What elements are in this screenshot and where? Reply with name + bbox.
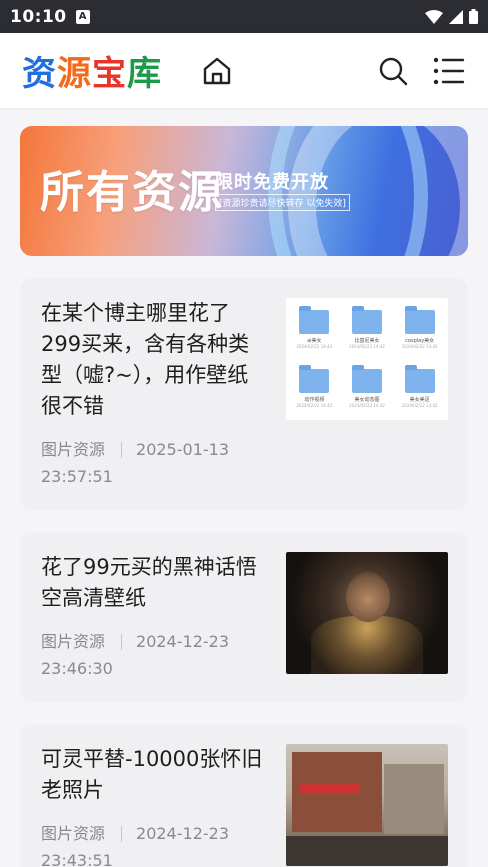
thumbnail-sign	[300, 784, 360, 794]
list-menu-icon	[433, 57, 465, 84]
folder-date: 2024/02/22 14:42	[349, 344, 385, 349]
banner-subtitle: 限时免费开放	[215, 172, 329, 193]
post-meta: 图片资源 2025-01-13 23:57:51	[41, 436, 268, 490]
folder-item: 美女动态图 2024/02/22 14:42	[343, 361, 392, 416]
home-button[interactable]	[200, 54, 234, 88]
status-time: 10:10	[10, 6, 67, 27]
folder-label: 美女动态图	[354, 397, 380, 403]
logo-char: 源	[57, 54, 92, 94]
logo-char: 宝	[92, 54, 127, 94]
folder-date: 2024/02/22 14:42	[296, 403, 333, 408]
post-title[interactable]: 花了99元买的黑神话悟空高清壁纸	[41, 552, 268, 614]
folder-item: 动作视频 2024/02/22 14:42	[290, 361, 339, 416]
content-area: 所有资源 限时免费开放 [资源珍贵请尽快转存 以免失效] 在某个博主哪里花了29…	[0, 108, 488, 867]
thumbnail-ground	[286, 836, 448, 866]
thumbnail-figure	[346, 572, 390, 622]
folder-icon	[404, 365, 435, 393]
folder-icon	[351, 306, 382, 334]
folder-item: 美女美足 2024/02/22 14:42	[395, 361, 444, 416]
post-text: 花了99元买的黑神话悟空高清壁纸 图片资源 2024-12-23 23:46:30	[41, 552, 286, 682]
post-date: 2024-12-23	[136, 824, 229, 843]
post-thumbnail[interactable]	[286, 552, 448, 674]
folder-icon	[299, 365, 330, 393]
folder-label: ai美女	[307, 338, 322, 344]
status-bar: 10:10 A	[0, 0, 488, 33]
folder-icon	[404, 306, 435, 334]
folder-icon	[299, 306, 330, 334]
search-icon	[379, 57, 408, 85]
folder-date: 2024/02/22 14:42	[349, 403, 385, 408]
folder-icon	[351, 365, 382, 393]
folder-date: 2024/02/22 14:42	[296, 344, 333, 349]
app-header: 资 源 宝 库	[0, 33, 488, 108]
wifi-icon	[425, 9, 443, 24]
folder-date: 2024/02/22 14:42	[401, 403, 438, 408]
site-logo[interactable]: 资 源 宝 库	[22, 46, 162, 95]
notification-icon: A	[75, 9, 90, 24]
post-meta: 图片资源 2024-12-23 23:46:30	[41, 628, 268, 682]
post-date: 2025-01-13	[136, 440, 229, 459]
post-category[interactable]: 图片资源	[41, 634, 123, 650]
menu-button[interactable]	[432, 54, 466, 88]
folder-item: ai美女 2024/02/22 14:42	[290, 302, 339, 357]
post-text: 可灵平替-10000张怀旧老照片 图片资源 2024-12-23 23:43:51	[41, 744, 286, 867]
post-thumbnail[interactable]: ai美女 2024/02/22 14:42 比基尼美女 2024/02/22 14:…	[286, 298, 448, 420]
banner-title: 所有资源	[40, 167, 224, 218]
folder-label: 美女美足	[409, 397, 430, 403]
signal-icon	[449, 9, 463, 24]
thumbnail-figure	[311, 616, 423, 674]
post-text: 在某个博主哪里花了299买来，含有各种类型（嘘?~），用作壁纸很不错 图片资源 2…	[41, 298, 286, 490]
post-meta: 图片资源 2024-12-23 23:43:51	[41, 820, 268, 867]
folder-label: 动作视频	[304, 397, 325, 403]
home-icon	[203, 57, 231, 84]
post-time: 23:46:30	[41, 659, 113, 678]
folder-label: cosplay美女	[405, 338, 435, 344]
post-card[interactable]: 花了99元买的黑神话悟空高清壁纸 图片资源 2024-12-23 23:46:30	[20, 532, 468, 702]
logo-char: 资	[22, 54, 57, 94]
post-category[interactable]: 图片资源	[41, 826, 123, 842]
post-card[interactable]: 在某个博主哪里花了299买来，含有各种类型（嘘?~），用作壁纸很不错 图片资源 2…	[20, 278, 468, 510]
folder-date: 2024/02/22 14:42	[401, 344, 438, 349]
status-icons	[425, 9, 478, 24]
post-category[interactable]: 图片资源	[41, 442, 123, 458]
promo-banner[interactable]: 所有资源 限时免费开放 [资源珍贵请尽快转存 以免失效]	[20, 126, 468, 256]
folder-item: 比基尼美女 2024/02/22 14:42	[343, 302, 392, 357]
post-title[interactable]: 在某个博主哪里花了299买来，含有各种类型（嘘?~），用作壁纸很不错	[41, 298, 268, 422]
post-time: 23:43:51	[41, 851, 113, 867]
folder-item: cosplay美女 2024/02/22 14:42	[395, 302, 444, 357]
banner-note: [资源珍贵请尽快转存 以免失效]	[215, 194, 350, 211]
post-title[interactable]: 可灵平替-10000张怀旧老照片	[41, 744, 268, 806]
folder-label: 比基尼美女	[354, 338, 380, 344]
post-card[interactable]: 可灵平替-10000张怀旧老照片 图片资源 2024-12-23 23:43:51	[20, 724, 468, 867]
post-thumbnail[interactable]	[286, 744, 448, 866]
post-time: 23:57:51	[41, 467, 113, 486]
thumbnail-building	[384, 764, 444, 834]
search-button[interactable]	[376, 54, 410, 88]
post-date: 2024-12-23	[136, 632, 229, 651]
logo-char: 库	[127, 54, 162, 94]
battery-icon	[469, 9, 478, 24]
